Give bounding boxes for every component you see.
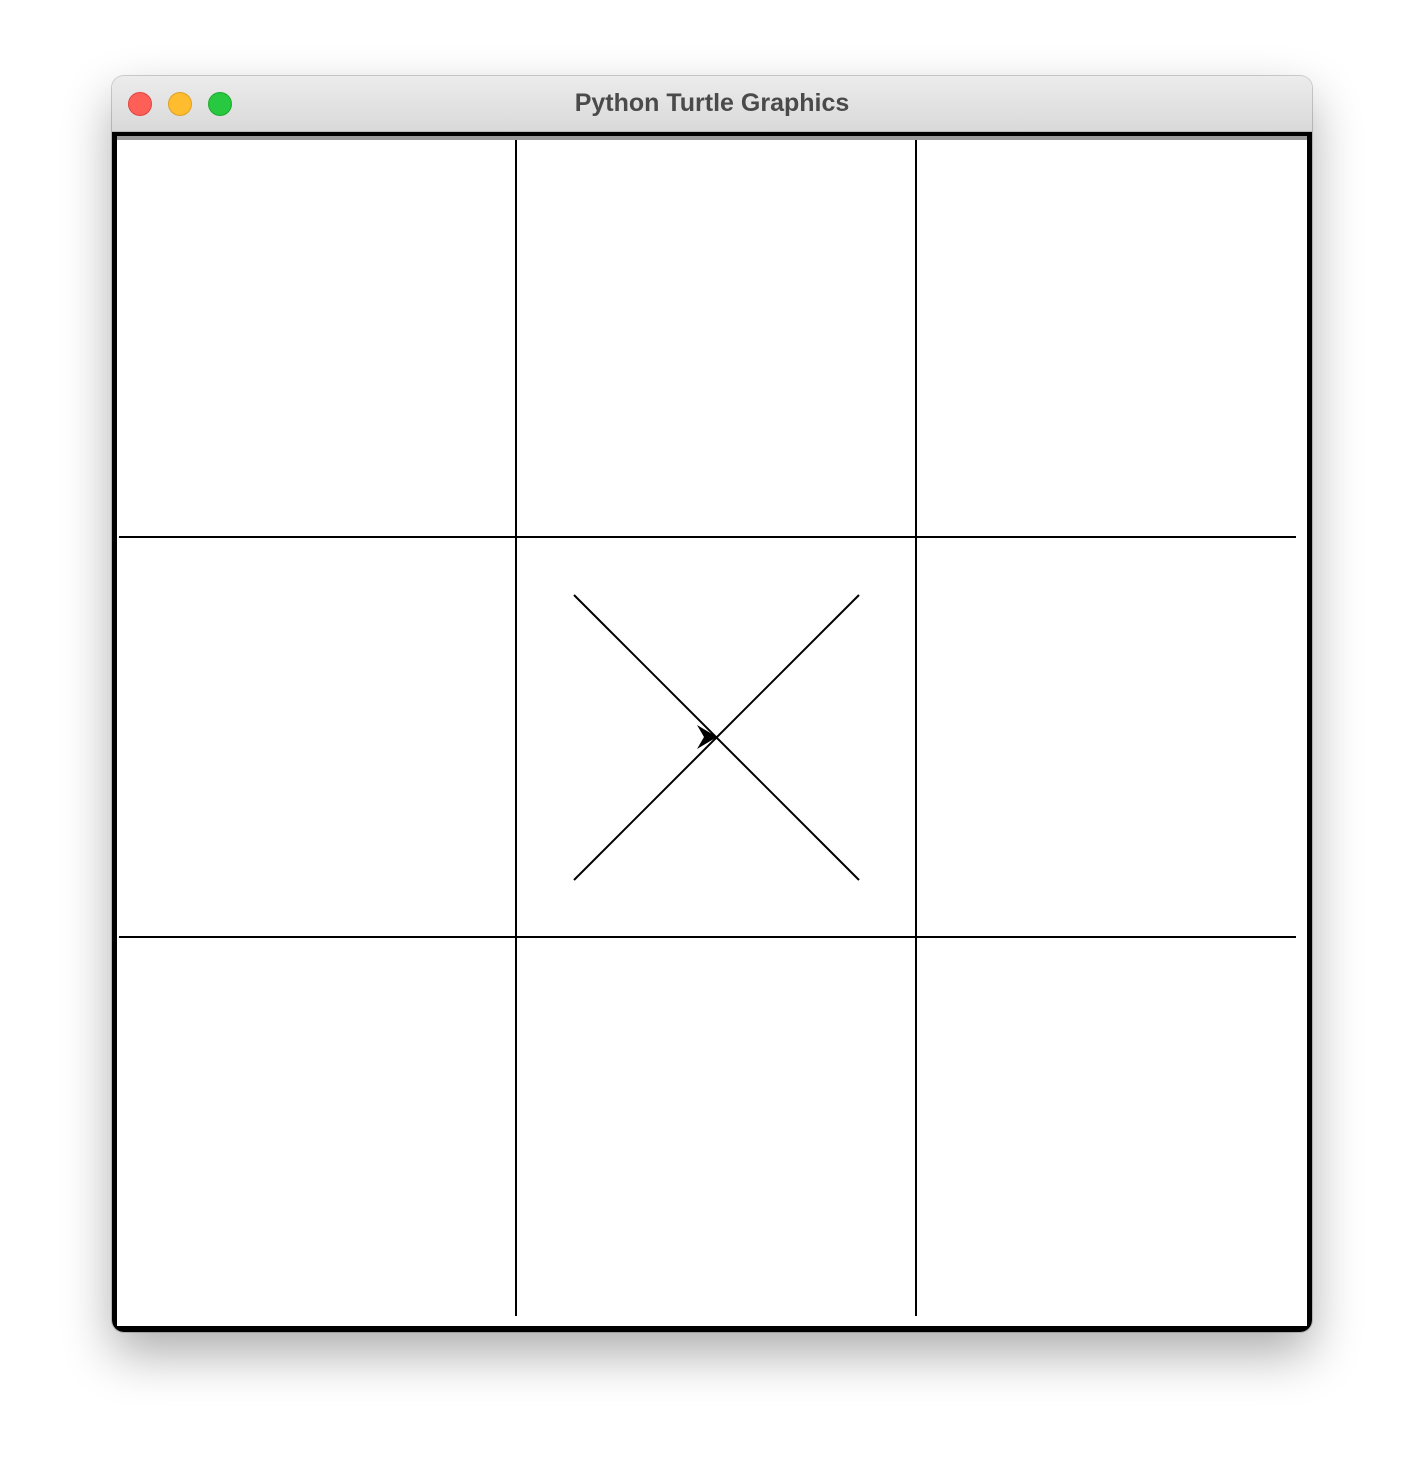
canvas-frame	[112, 132, 1312, 1332]
x-mark	[573, 594, 860, 881]
tic-tac-toe-board[interactable]	[117, 140, 1307, 1330]
window-title: Python Turtle Graphics	[574, 89, 850, 117]
turtle-window: Python Turtle Graphics	[112, 76, 1312, 1332]
title-bar[interactable]: Python Turtle Graphics	[112, 76, 1312, 132]
turtle-canvas[interactable]	[117, 136, 1307, 1326]
